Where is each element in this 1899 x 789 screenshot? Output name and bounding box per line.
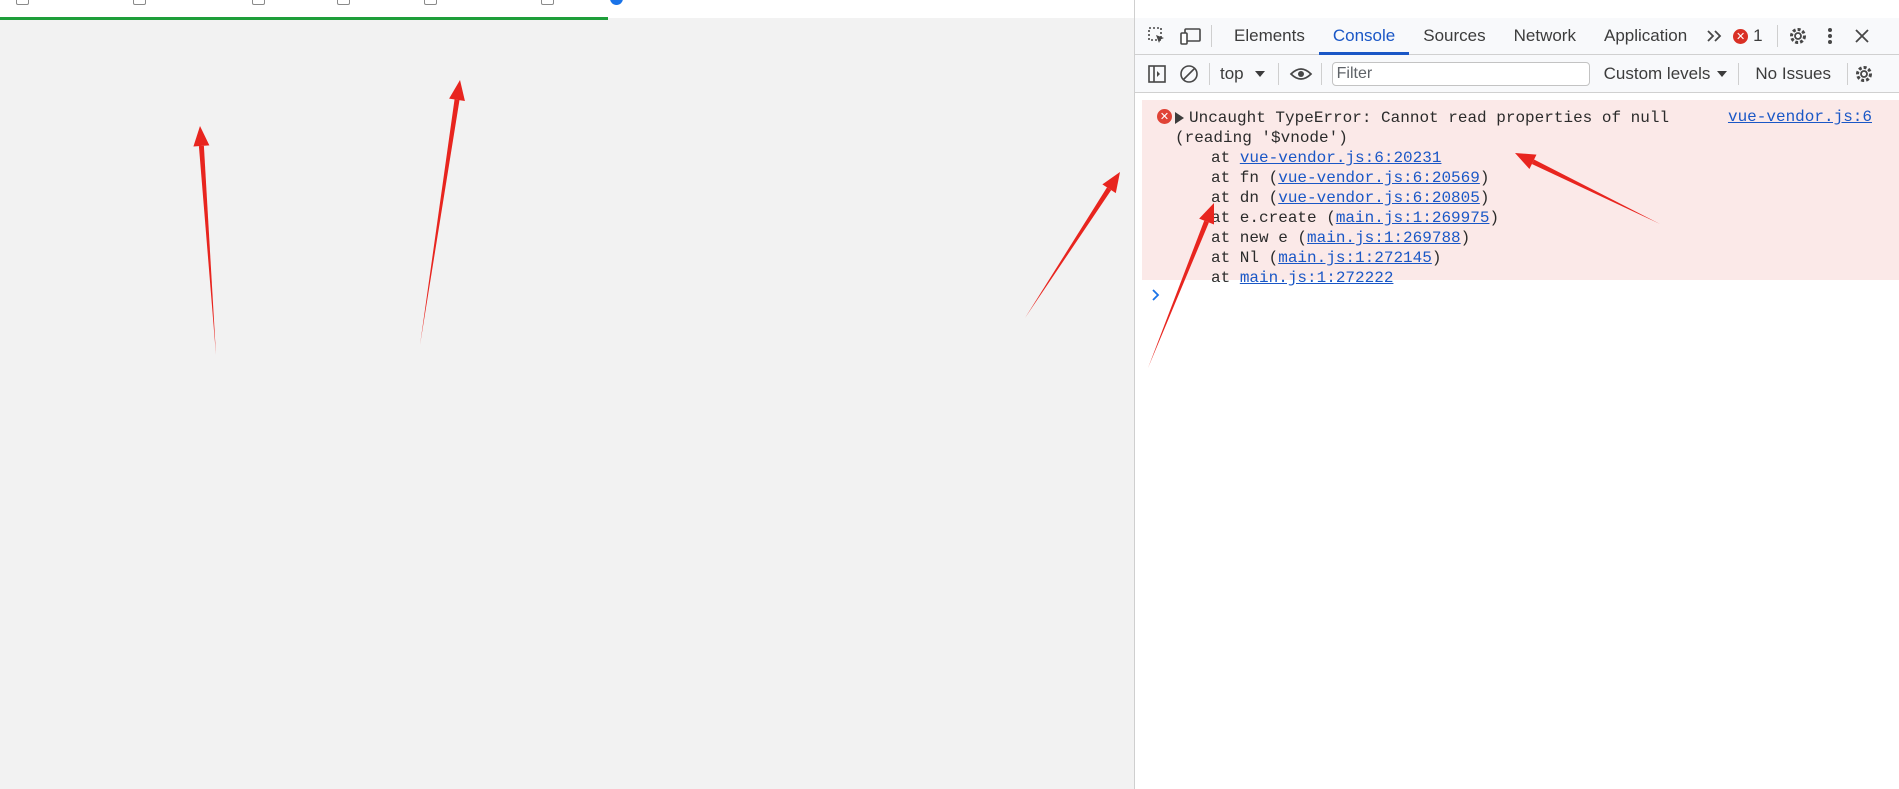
stack-frame: at vue-vendor.js:6:20231 xyxy=(1175,148,1669,168)
console-error-message[interactable]: ✕ Uncaught TypeError: Cannot read proper… xyxy=(1142,100,1899,287)
stack-frame: at Nl (main.js:1:272145) xyxy=(1175,248,1669,268)
stack-frame: at dn (vue-vendor.js:6:20805) xyxy=(1175,188,1669,208)
context-label: top xyxy=(1220,63,1244,83)
close-icon[interactable] xyxy=(1850,24,1874,48)
bookmark-bar xyxy=(0,0,1134,18)
devtools-panel: Elements Console Sources Network Applica… xyxy=(1134,0,1899,789)
error-message-line2: (reading '$vnode') xyxy=(1175,129,1348,147)
devtools-tabs: Elements Console Sources Network Applica… xyxy=(1220,18,1701,55)
stack-frame-suffix: ) xyxy=(1479,169,1490,187)
log-levels-dropdown[interactable]: Custom levels xyxy=(1590,64,1739,84)
stack-frame-suffix: ) xyxy=(1460,229,1471,247)
log-levels-label: Custom levels xyxy=(1603,63,1711,83)
tab-console[interactable]: Console xyxy=(1318,18,1410,55)
bookmark-icon xyxy=(252,0,265,6)
divider xyxy=(1277,62,1279,85)
tab-network[interactable]: Network xyxy=(1500,18,1590,54)
console-output: ✕ Uncaught TypeError: Cannot read proper… xyxy=(1135,93,1899,789)
divider xyxy=(1209,62,1210,85)
bookmark-icon xyxy=(610,0,623,6)
error-icon: ✕ xyxy=(1733,28,1749,44)
stack-frame: at new e (main.js:1:269788) xyxy=(1175,228,1669,248)
bookmark-icon xyxy=(424,0,437,6)
filter-input[interactable] xyxy=(1331,61,1590,86)
stack-frame-suffix: ) xyxy=(1489,209,1500,227)
context-selector[interactable]: top xyxy=(1214,64,1272,84)
inspect-element-icon[interactable] xyxy=(1145,24,1169,48)
stack-frame-link[interactable]: main.js:1:272145 xyxy=(1278,249,1432,267)
blank-page-content xyxy=(0,20,1134,789)
error-icon: ✕ xyxy=(1157,109,1172,124)
divider xyxy=(1211,25,1212,47)
stack-frame-suffix: ) xyxy=(1479,189,1490,207)
bookmark-item[interactable] xyxy=(337,0,350,6)
stack-frame-link[interactable]: vue-vendor.js:6:20569 xyxy=(1278,169,1480,187)
bookmark-item[interactable] xyxy=(133,0,146,6)
stack-frame-link[interactable]: vue-vendor.js:6:20805 xyxy=(1278,189,1480,207)
divider xyxy=(1776,25,1778,47)
stack-frame: at main.js:1:272222 xyxy=(1175,268,1669,288)
bookmark-item[interactable] xyxy=(16,0,29,6)
bookmark-icon xyxy=(16,0,29,6)
dropdown-arrow-icon xyxy=(1716,64,1728,84)
stack-frame: at fn (vue-vendor.js:6:20569) xyxy=(1175,168,1669,188)
stack-frame-prefix: at xyxy=(1211,149,1240,167)
settings-gear-icon[interactable] xyxy=(1786,24,1810,48)
stack-frame-link[interactable]: main.js:1:269788 xyxy=(1307,229,1461,247)
error-message-line1: Uncaught TypeError: Cannot read properti… xyxy=(1189,109,1670,127)
stack-frame-prefix: at xyxy=(1211,269,1240,287)
bookmark-item[interactable] xyxy=(610,0,623,6)
bookmark-icon xyxy=(133,0,146,6)
stack-trace: at vue-vendor.js:6:20231 at fn (vue-vendo… xyxy=(1175,148,1669,288)
stack-frame-prefix: at new e ( xyxy=(1211,229,1308,247)
more-options-icon[interactable] xyxy=(1818,24,1842,48)
chevron-double-right-icon[interactable] xyxy=(1703,24,1727,48)
console-prompt[interactable] xyxy=(1151,288,1161,308)
tab-sources[interactable]: Sources xyxy=(1409,18,1499,54)
bookmark-icon xyxy=(337,0,350,6)
stack-frame-link[interactable]: main.js:1:269975 xyxy=(1336,209,1490,227)
devtools-tab-bar: Elements Console Sources Network Applica… xyxy=(1135,18,1899,55)
error-text: Uncaught TypeError: Cannot read properti… xyxy=(1175,108,1669,288)
live-expression-eye-icon[interactable] xyxy=(1289,62,1313,86)
page-viewport xyxy=(0,0,1134,789)
console-settings-gear-icon[interactable] xyxy=(1852,62,1876,86)
divider xyxy=(1847,62,1848,85)
prompt-chevron-icon xyxy=(1152,289,1160,301)
error-source-link[interactable]: vue-vendor.js:6 xyxy=(1728,108,1872,126)
stack-frame-link[interactable]: vue-vendor.js:6:20231 xyxy=(1240,149,1442,167)
bookmark-icon xyxy=(541,0,554,6)
bookmark-item[interactable] xyxy=(541,0,554,6)
error-count: 1 xyxy=(1753,26,1763,45)
console-toolbar: top Custom levels No Issues xyxy=(1135,55,1899,93)
tab-elements[interactable]: Elements xyxy=(1220,18,1319,54)
issues-button[interactable]: No Issues xyxy=(1739,64,1831,84)
bookmark-item[interactable] xyxy=(252,0,265,6)
dropdown-arrow-icon xyxy=(1254,64,1266,84)
divider xyxy=(1320,62,1322,85)
sidebar-toggle-icon[interactable] xyxy=(1145,62,1169,86)
stack-frame-prefix: at Nl ( xyxy=(1211,249,1279,267)
stack-frame: at e.create (main.js:1:269975) xyxy=(1175,208,1669,228)
stack-frame-prefix: at e.create ( xyxy=(1211,209,1336,227)
bookmark-item[interactable] xyxy=(424,0,437,6)
tab-application[interactable]: Application xyxy=(1590,18,1701,54)
stack-frame-prefix: at fn ( xyxy=(1211,169,1279,187)
stack-frame-prefix: at dn ( xyxy=(1211,189,1279,207)
device-toolbar-icon[interactable] xyxy=(1179,24,1203,48)
stack-frame-link[interactable]: main.js:1:272222 xyxy=(1240,269,1394,287)
expand-triangle-icon[interactable] xyxy=(1175,111,1184,124)
clear-console-icon[interactable] xyxy=(1177,62,1201,86)
stack-frame-suffix: ) xyxy=(1431,249,1442,267)
error-count-badge[interactable]: ✕ 1 xyxy=(1733,26,1763,46)
